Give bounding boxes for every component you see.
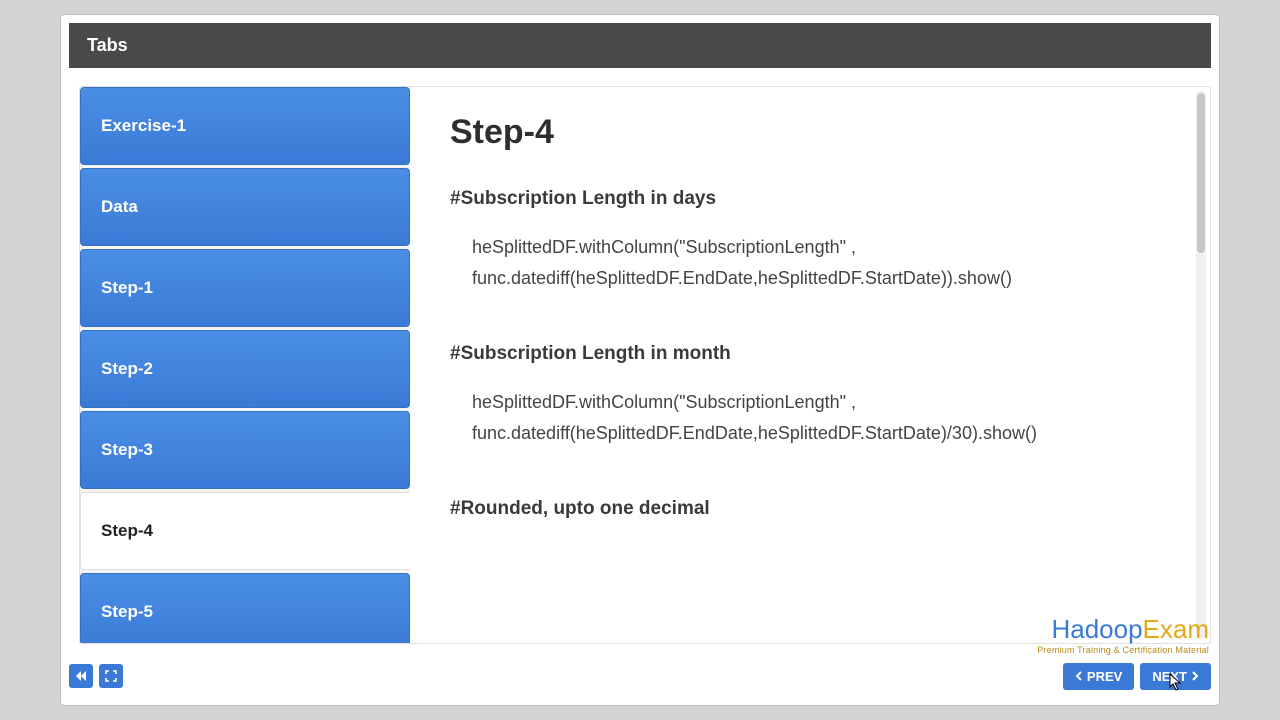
content-pane: Step-4 #Subscription Length in days heSp…	[410, 87, 1196, 643]
tabs-card: Exercise-1 Data Step-1 Step-2 Step-3 Ste…	[79, 86, 1211, 644]
content-scrollbar[interactable]	[1196, 91, 1206, 639]
chevron-left-icon	[1075, 671, 1083, 681]
section-label-1: #Subscription Length in days	[450, 188, 1156, 210]
section-label-3: #Rounded, upto one decimal	[450, 498, 1156, 520]
tab-data[interactable]: Data	[80, 168, 410, 246]
prev-label: PREV	[1087, 669, 1122, 684]
tab-step-1[interactable]: Step-1	[80, 249, 410, 327]
fullscreen-button[interactable]	[99, 664, 123, 688]
content-wrap: Step-4 #Subscription Length in days heSp…	[410, 87, 1210, 643]
content-heading: Step-4	[450, 113, 1156, 152]
tab-step-2[interactable]: Step-2	[80, 330, 410, 408]
code-block-2: heSplittedDF.withColumn("SubscriptionLen…	[450, 387, 1156, 448]
tab-step-4[interactable]: Step-4	[80, 492, 410, 570]
rewind-icon	[75, 670, 87, 682]
tab-step-3[interactable]: Step-3	[80, 411, 410, 489]
app-window: Tabs Exercise-1 Data Step-1 Step-2 Step-…	[60, 14, 1220, 706]
chevron-right-icon	[1191, 671, 1199, 681]
section-label-2: #Subscription Length in month	[450, 343, 1156, 365]
code-block-1: heSplittedDF.withColumn("SubscriptionLen…	[450, 232, 1156, 293]
next-button[interactable]: NEXT	[1140, 663, 1211, 690]
viewport: Exercise-1 Data Step-1 Step-2 Step-3 Ste…	[61, 68, 1219, 655]
tab-exercise-1[interactable]: Exercise-1	[80, 87, 410, 165]
rewind-button[interactable]	[69, 664, 93, 688]
prev-button[interactable]: PREV	[1063, 663, 1134, 690]
tab-step-5[interactable]: Step-5	[80, 573, 410, 644]
fullscreen-icon	[105, 670, 117, 682]
scrollbar-thumb[interactable]	[1197, 93, 1205, 253]
next-label: NEXT	[1152, 669, 1187, 684]
header-title: Tabs	[69, 23, 1211, 68]
brand-tagline: Premium Training & Certification Materia…	[1037, 645, 1209, 655]
footer: PREV NEXT	[61, 655, 1219, 705]
tab-list: Exercise-1 Data Step-1 Step-2 Step-3 Ste…	[80, 87, 410, 643]
